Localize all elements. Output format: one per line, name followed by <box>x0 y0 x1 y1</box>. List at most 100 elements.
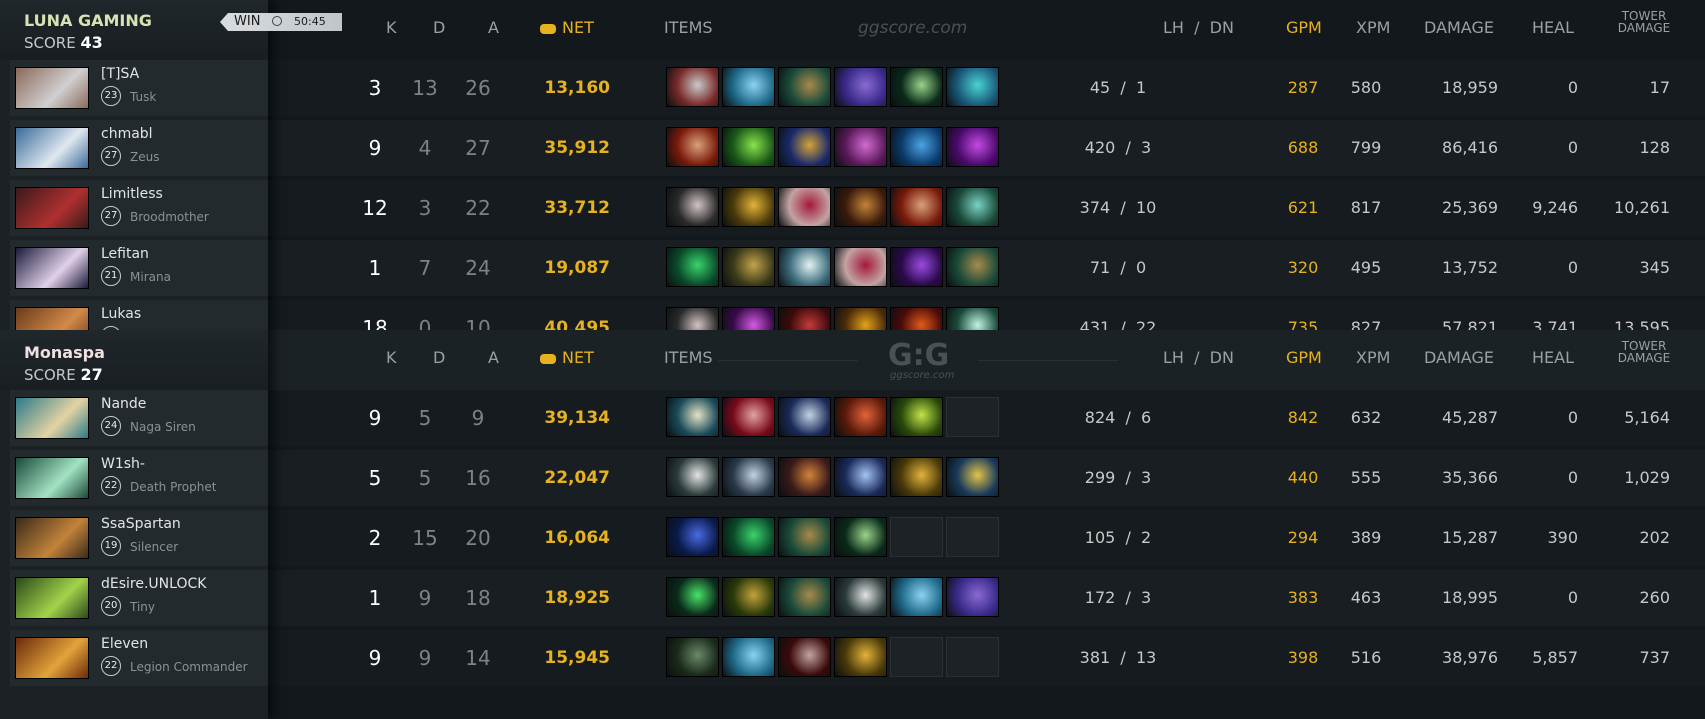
item-slot[interactable] <box>722 247 775 287</box>
item-slot[interactable] <box>946 127 999 167</box>
item-slot[interactable] <box>722 637 775 677</box>
item-slot[interactable] <box>834 577 887 617</box>
item-slot[interactable] <box>666 637 719 677</box>
item-slot[interactable] <box>722 397 775 437</box>
player-name[interactable]: Nande <box>101 396 146 412</box>
item-slot[interactable] <box>834 457 887 497</box>
item-slot[interactable] <box>890 457 943 497</box>
item-slot[interactable] <box>666 67 719 107</box>
item-slot[interactable] <box>722 577 775 617</box>
hero-portrait[interactable] <box>15 127 89 169</box>
assists: 27 <box>465 136 491 160</box>
hero-portrait[interactable] <box>15 187 89 229</box>
item-slot[interactable] <box>666 127 719 167</box>
item-slot[interactable] <box>666 187 719 227</box>
item-slot[interactable] <box>778 637 831 677</box>
player-name[interactable]: [T]SA <box>101 66 139 82</box>
kills: 9 <box>368 406 382 430</box>
item-slot[interactable] <box>946 187 999 227</box>
team-name: Monaspa <box>24 343 105 362</box>
item-slot[interactable] <box>834 67 887 107</box>
player-name[interactable]: SsaSpartan <box>101 516 181 532</box>
player-name[interactable]: Lefitan <box>101 246 149 262</box>
item-slot[interactable] <box>890 67 943 107</box>
last-hits-denies: 105 / 2 <box>1084 528 1152 547</box>
player-name[interactable]: Limitless <box>101 186 163 202</box>
item-slot[interactable] <box>778 67 831 107</box>
tower-damage: 1,029 <box>1624 468 1670 487</box>
player-card[interactable]: Limitless 27 Broodmother <box>10 180 268 236</box>
hero-portrait[interactable] <box>15 517 89 559</box>
hero-portrait[interactable] <box>15 637 89 679</box>
hero-level: 27 <box>101 206 121 226</box>
hero-portrait[interactable] <box>15 397 89 439</box>
item-slot[interactable] <box>834 637 887 677</box>
player-name[interactable]: dEsire.UNLOCK <box>101 576 206 592</box>
item-slot[interactable] <box>722 187 775 227</box>
player-card[interactable]: dEsire.UNLOCK 20 Tiny <box>10 570 268 626</box>
item-slot[interactable] <box>778 577 831 617</box>
win-badge: WIN 50:45 <box>220 13 342 31</box>
item-slot[interactable] <box>666 517 719 557</box>
item-slot[interactable] <box>890 187 943 227</box>
item-slot[interactable] <box>666 577 719 617</box>
item-slot[interactable] <box>778 517 831 557</box>
item-slot[interactable] <box>834 397 887 437</box>
player-card[interactable]: [T]SA 23 Tusk <box>10 60 268 116</box>
deaths: 4 <box>418 136 432 160</box>
item-slot[interactable] <box>946 247 999 287</box>
scoreboard: K D A NET ITEMS LH / DN GPM XPM DAMAGE H… <box>0 0 1705 719</box>
player-card[interactable]: Nande 24 Naga Siren <box>10 390 268 446</box>
item-slot[interactable] <box>834 517 887 557</box>
item-slot[interactable] <box>722 67 775 107</box>
header-heal: HEAL <box>1532 18 1574 37</box>
gpm: 294 <box>1287 528 1319 547</box>
item-slot[interactable] <box>666 457 719 497</box>
item-slot[interactable] <box>946 457 999 497</box>
net-worth: 19,087 <box>544 258 610 278</box>
item-slot[interactable] <box>890 577 943 617</box>
player-card[interactable]: SsaSpartan 19 Silencer <box>10 510 268 566</box>
item-slot[interactable] <box>722 457 775 497</box>
item-slot[interactable] <box>778 187 831 227</box>
kills: 1 <box>368 586 382 610</box>
hero-portrait[interactable] <box>15 67 89 109</box>
item-slot[interactable] <box>890 127 943 167</box>
item-slot[interactable] <box>946 67 999 107</box>
player-card[interactable]: W1sh- 22 Death Prophet <box>10 450 268 506</box>
item-slot[interactable] <box>890 397 943 437</box>
header-tower-damage: TOWER DAMAGE <box>1613 340 1675 364</box>
hero-portrait[interactable] <box>15 457 89 499</box>
item-slot[interactable] <box>778 397 831 437</box>
player-stats-row: 9 9 14 15,945 381 / 13 398 516 38,976 5,… <box>268 630 1705 686</box>
item-slot[interactable] <box>834 187 887 227</box>
item-slot[interactable] <box>666 397 719 437</box>
item-slot[interactable] <box>722 127 775 167</box>
hero-name: Tiny <box>130 600 156 614</box>
hero-portrait[interactable] <box>15 577 89 619</box>
header-deaths: D <box>433 348 446 367</box>
last-hits-denies: 381 / 13 <box>1079 648 1157 667</box>
player-card[interactable]: Lefitan 21 Mirana <box>10 240 268 296</box>
player-name[interactable]: chmabl <box>101 126 153 142</box>
item-slot[interactable] <box>722 517 775 557</box>
item-slot[interactable] <box>890 247 943 287</box>
item-slot[interactable] <box>666 247 719 287</box>
watermark-text: ggscore.com <box>858 18 968 38</box>
item-slot[interactable] <box>834 127 887 167</box>
item-slot[interactable] <box>834 247 887 287</box>
item-slot[interactable] <box>946 577 999 617</box>
header-items: ITEMS <box>664 348 713 367</box>
hero-name: Zeus <box>130 150 160 164</box>
net-worth: 39,134 <box>544 408 610 428</box>
item-slot[interactable] <box>778 457 831 497</box>
watermark-logo: G:G <box>888 338 950 373</box>
hero-portrait[interactable] <box>15 247 89 289</box>
player-card[interactable]: Eleven 22 Legion Commander <box>10 630 268 686</box>
player-card[interactable]: chmabl 27 Zeus <box>10 120 268 176</box>
item-slot[interactable] <box>778 127 831 167</box>
player-name[interactable]: Lukas <box>101 306 141 322</box>
player-name[interactable]: W1sh- <box>101 456 145 472</box>
item-slot[interactable] <box>778 247 831 287</box>
player-name[interactable]: Eleven <box>101 636 148 652</box>
